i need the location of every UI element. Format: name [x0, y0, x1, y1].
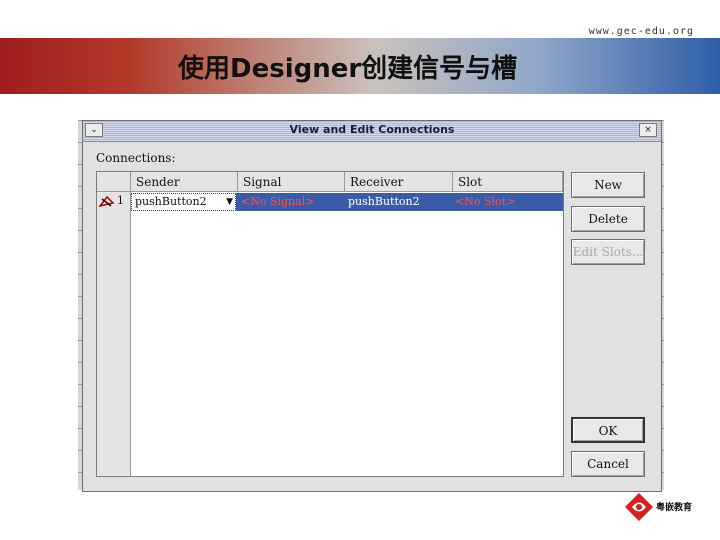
connections-label: Connections:	[96, 151, 176, 165]
column-header-signal[interactable]: Signal	[238, 172, 345, 192]
close-icon[interactable]: ×	[639, 123, 657, 137]
chevron-down-icon[interactable]: ▼	[226, 194, 233, 210]
signal-cell[interactable]: <No Signal>	[241, 193, 314, 211]
row-number: 1	[117, 194, 124, 207]
site-url: www.gec-edu.org	[588, 26, 694, 37]
column-header-slot[interactable]: Slot	[453, 172, 563, 192]
row-gutter	[97, 192, 131, 476]
cancel-button[interactable]: Cancel	[571, 451, 645, 477]
slide-title: 使用Designer创建信号与槽	[178, 54, 518, 84]
connections-table[interactable]: Sender Signal Receiver Slot 1 pushButton…	[96, 171, 564, 477]
column-header-receiver[interactable]: Receiver	[345, 172, 453, 192]
broken-connection-icon	[99, 195, 115, 208]
new-button[interactable]: New	[571, 172, 645, 198]
dialog-titlebar[interactable]: ⌄ View and Edit Connections ×	[83, 121, 661, 142]
table-row[interactable]: pushButton2 ▼ <No Signal> pushButton2 <N…	[131, 193, 563, 211]
logo-icon	[625, 493, 653, 521]
dialog-title: View and Edit Connections	[289, 123, 455, 136]
column-header-sender[interactable]: Sender	[131, 172, 238, 192]
delete-button[interactable]: Delete	[571, 206, 645, 232]
connections-dialog: ⌄ View and Edit Connections × Connection…	[82, 120, 662, 492]
slot-cell[interactable]: <No Slot>	[455, 193, 515, 211]
row-header-corner	[97, 172, 131, 192]
sender-value: pushButton2	[135, 195, 207, 208]
receiver-cell[interactable]: pushButton2	[348, 193, 420, 211]
logo-text: 粤嵌教育	[656, 503, 693, 513]
ok-button[interactable]: OK	[571, 417, 645, 443]
sender-combobox[interactable]: pushButton2 ▼	[131, 193, 236, 211]
edit-slots-button[interactable]: Edit Slots...	[571, 239, 645, 265]
